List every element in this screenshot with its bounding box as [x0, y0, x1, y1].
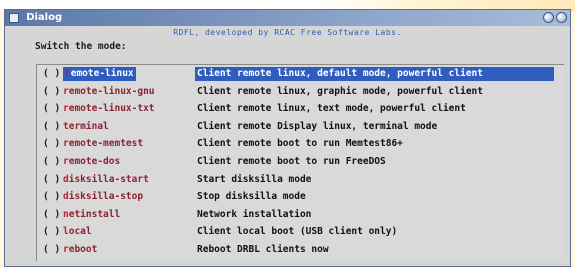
mode-menu: ( ) remote-linux Client remote linux, de… [36, 64, 564, 261]
menu-item-disksilla-stop[interactable]: ( ) disksilla-stop Stop disksilla mode [37, 188, 564, 206]
menu-item-tag: remote-linux [63, 67, 136, 81]
window-title: Dialog [26, 12, 63, 23]
menu-item-tag: remote-dos [63, 153, 120, 171]
menu-item-tag: terminal [63, 118, 109, 136]
menu-item-disksilla-start[interactable]: ( ) disksilla-start Start disksilla mode [37, 171, 564, 189]
radio-check[interactable]: ( ) [43, 241, 60, 259]
radio-check[interactable]: ( ) [43, 100, 60, 118]
menu-item-description: Network installation [197, 208, 312, 220]
tag-rest: emote-memtest [68, 138, 144, 150]
radio-check[interactable]: ( ) [43, 83, 60, 101]
menu-item-description: Start disksilla mode [197, 173, 312, 185]
menu-item-description: Client remote linux, default mode, power… [195, 67, 554, 81]
menu-item-tag: remote-linux-gnu [63, 83, 155, 101]
dialog-prompt: Switch the mode: [35, 41, 127, 52]
tag-rest: emote-linux [70, 68, 134, 79]
close-button[interactable] [556, 12, 567, 23]
tag-rest: isksilla-start [68, 173, 149, 185]
menu-item-remote-dos[interactable]: ( ) remote-dos Client remote boot to run… [37, 153, 564, 171]
tag-rest: emote-dos [68, 155, 121, 167]
menu-item-description: Reboot DRBL clients now [197, 243, 329, 255]
tag-rest: ocal [68, 226, 92, 238]
radio-check[interactable]: ( ) [43, 223, 60, 241]
menu-item-tag: disksilla-stop [63, 188, 143, 206]
radio-check[interactable]: ( ) [43, 188, 60, 206]
menu-item-tag: netinstall [63, 206, 120, 224]
tag-rest: isksilla-stop [68, 191, 144, 203]
radio-check[interactable]: ( ) [43, 65, 60, 83]
tag-rest: emote-linux-txt [68, 103, 155, 115]
menu-item-remote-memtest[interactable]: ( ) remote-memtest Client remote boot to… [37, 135, 564, 153]
minimize-button[interactable] [543, 12, 554, 23]
menu-item-local[interactable]: ( ) local Client local boot (USB client … [37, 223, 564, 241]
radio-check[interactable]: ( ) [43, 135, 60, 153]
window-menu-icon[interactable] [9, 13, 19, 23]
menu-item-description: Stop disksilla mode [197, 191, 306, 203]
title-bar[interactable]: Dialog [5, 10, 570, 26]
menu-item-description: Client remote Display linux, terminal mo… [197, 120, 438, 132]
menu-item-tag: local [63, 223, 92, 241]
dialog-header: RDFL, developed by RCAC Free Software La… [173, 28, 402, 37]
menu-item-terminal[interactable]: ( ) terminal Client remote Display linux… [37, 118, 564, 136]
menu-item-description: Client remote linux, text mode, powerful… [197, 103, 466, 115]
menu-item-description: Client remote linux, graphic mode, power… [197, 85, 483, 97]
tag-rest: emote-linux-gnu [68, 85, 155, 97]
menu-item-remote-linux[interactable]: ( ) remote-linux Client remote linux, de… [37, 65, 564, 83]
tag-rest: etinstall [68, 208, 121, 220]
menu-item-tag: remote-memtest [63, 135, 143, 153]
menu-item-reboot[interactable]: ( ) reboot Reboot DRBL clients now [37, 241, 564, 259]
radio-check[interactable]: ( ) [43, 171, 60, 189]
radio-check[interactable]: ( ) [43, 206, 60, 224]
radio-check[interactable]: ( ) [43, 153, 60, 171]
menu-item-description: Client remote boot to run Memtest86+ [197, 138, 403, 150]
menu-item-remote-linux-gnu[interactable]: ( ) remote-linux-gnu Client remote linux… [37, 83, 564, 101]
tag-rest: erminal [68, 120, 109, 132]
menu-item-netinstall[interactable]: ( ) netinstall Network installation [37, 206, 564, 224]
menu-item-tag: disksilla-start [63, 171, 149, 189]
menu-item-remote-linux-txt[interactable]: ( ) remote-linux-txt Client remote linux… [37, 100, 564, 118]
menu-item-tag: remote-linux-txt [63, 100, 155, 118]
menu-item-description: Client remote boot to run FreeDOS [197, 155, 386, 167]
tag-rest: eboot [68, 243, 98, 255]
menu-item-tag: reboot [63, 241, 97, 259]
menu-item-description: Client local boot (USB client only) [197, 226, 398, 238]
radio-check[interactable]: ( ) [43, 118, 60, 136]
